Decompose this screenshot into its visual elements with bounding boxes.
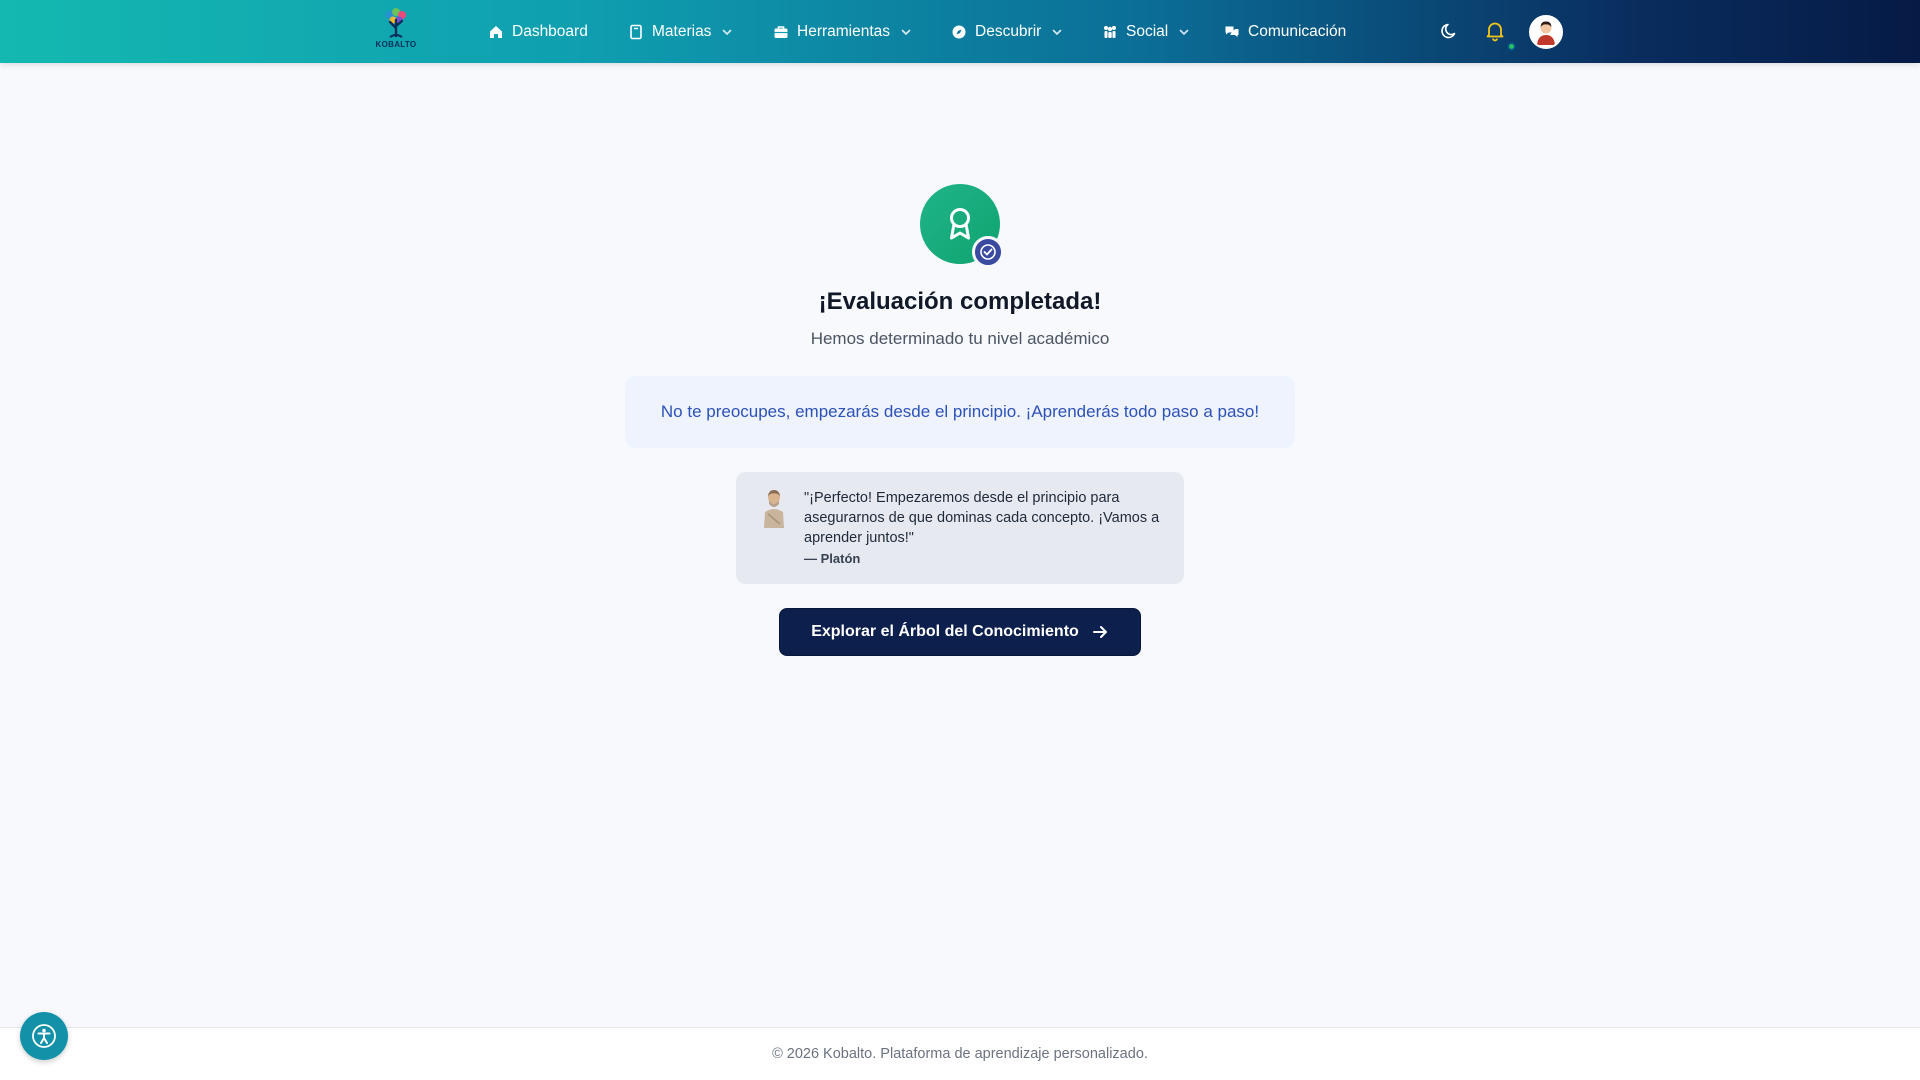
nav-materias-label: Materias	[652, 22, 712, 40]
dark-mode-toggle[interactable]	[1438, 19, 1462, 43]
chevron-down-icon	[721, 26, 733, 38]
kobalto-logo[interactable]: KOBALTO	[372, 6, 420, 54]
nav-dashboard[interactable]: Dashboard	[488, 0, 588, 63]
check-badge	[972, 236, 1004, 268]
explore-knowledge-tree-button[interactable]: Explorar el Árbol del Conocimiento	[779, 608, 1141, 656]
arrow-right-icon	[1091, 623, 1109, 641]
chevron-down-icon	[900, 26, 912, 38]
quote-text: "¡Perfecto! Empezaremos desde el princip…	[804, 490, 1160, 546]
nav-comunicacion-label: Comunicación	[1248, 22, 1347, 40]
footer-copyright: © 2026 Kobalto. Plataforma de aprendizaj…	[772, 1046, 1148, 1062]
user-avatar[interactable]	[1529, 15, 1563, 49]
compass-icon	[951, 24, 967, 40]
notifications-button[interactable]	[1483, 19, 1507, 43]
moon-icon	[1441, 23, 1456, 39]
explore-button-label: Explorar el Árbol del Conocimiento	[811, 623, 1079, 640]
top-navbar: KOBALTO Dashboard Materias Herramientas …	[0, 0, 1920, 63]
mentor-quote-card: "¡Perfecto! Empezaremos desde el princip…	[736, 472, 1184, 584]
home-icon	[488, 24, 504, 40]
quote-author: — Platón	[804, 551, 861, 566]
notification-indicator	[1507, 42, 1516, 51]
award-icon	[950, 208, 970, 240]
check-circle-icon	[980, 244, 996, 260]
book-icon	[628, 24, 644, 40]
plato-bust-icon	[764, 490, 784, 528]
info-message-text: No te preocupes, empezarás desde el prin…	[660, 402, 1260, 421]
info-message: No te preocupes, empezarás desde el prin…	[625, 376, 1295, 448]
page-subtitle: Hemos determinado tu nivel académico	[810, 329, 1110, 348]
nav-comunicacion[interactable]: Comunicación	[1224, 0, 1346, 63]
nav-descubrir-label: Descubrir	[975, 22, 1042, 40]
user-avatar-icon	[1537, 21, 1555, 45]
bell-icon	[1486, 22, 1504, 42]
page-footer: © 2026 Kobalto. Plataforma de aprendizaj…	[0, 1027, 1920, 1080]
nav-herramientas[interactable]: Herramientas	[773, 0, 912, 63]
accessibility-icon	[32, 1024, 56, 1048]
page-title: ¡Evaluación completada!	[818, 288, 1102, 315]
accessibility-button[interactable]	[20, 1012, 68, 1060]
users-icon	[1102, 24, 1118, 40]
nav-descubrir[interactable]: Descubrir	[951, 0, 1063, 63]
nav-dashboard-label: Dashboard	[512, 22, 588, 40]
nav-social-label: Social	[1126, 22, 1169, 40]
nav-herramientas-label: Herramientas	[797, 22, 891, 40]
chevron-down-icon	[1051, 26, 1063, 38]
briefcase-icon	[773, 24, 789, 40]
tree-logo-icon	[386, 8, 406, 38]
logo-text: KOBALTO	[375, 40, 417, 49]
nav-social[interactable]: Social	[1102, 0, 1190, 63]
chat-icon	[1224, 24, 1240, 40]
nav-materias[interactable]: Materias	[628, 0, 733, 63]
chevron-down-icon	[1178, 26, 1190, 38]
